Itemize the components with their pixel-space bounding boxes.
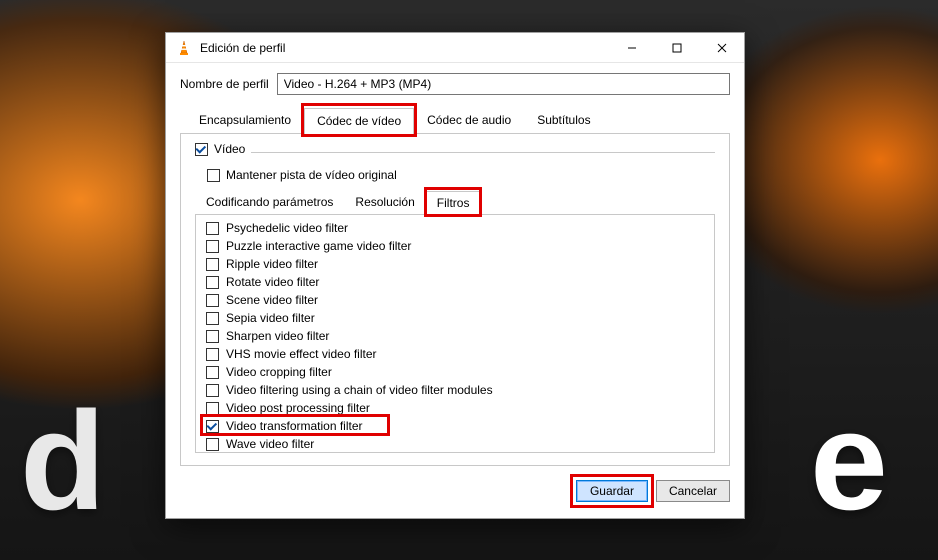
save-button[interactable]: Guardar	[576, 480, 648, 502]
close-icon	[717, 43, 727, 53]
filter-label: Rotate video filter	[226, 275, 319, 289]
group-separator	[251, 152, 715, 153]
filter-label: VHS movie effect video filter	[226, 347, 377, 361]
tab-encap[interactable]: Encapsulamiento	[186, 107, 304, 133]
filter-label: Video transformation filter	[226, 419, 363, 433]
keep-original-checkbox[interactable]	[207, 169, 220, 182]
keep-original-label: Mantener pista de vídeo original	[226, 168, 397, 182]
inner-tab-res[interactable]: Resolución	[344, 190, 425, 214]
cancel-button[interactable]: Cancelar	[656, 480, 730, 502]
filter-label: Sepia video filter	[226, 311, 315, 325]
filter-checkbox[interactable]	[206, 276, 219, 289]
maximize-button[interactable]	[654, 33, 699, 63]
filter-checkbox[interactable]	[206, 438, 219, 451]
filter-checkbox[interactable]	[206, 294, 219, 307]
filter-label: Video post processing filter	[226, 401, 370, 415]
filter-label: Sharpen video filter	[226, 329, 329, 343]
inner-tab-filters[interactable]: Filtros	[426, 191, 481, 215]
filter-item[interactable]: Video post processing filter	[206, 399, 710, 417]
tab-subs[interactable]: Subtítulos	[524, 107, 603, 133]
filter-item[interactable]: Scene video filter	[206, 291, 710, 309]
filter-label: Puzzle interactive game video filter	[226, 239, 411, 253]
maximize-icon	[672, 43, 682, 53]
filter-item[interactable]: Video transformation filter	[206, 417, 710, 435]
filter-label: Psychedelic video filter	[226, 221, 348, 235]
titlebar[interactable]: Edición de perfil	[166, 33, 744, 63]
filter-checkbox[interactable]	[206, 258, 219, 271]
filter-label: Ripple video filter	[226, 257, 318, 271]
tab-acodec[interactable]: Códec de audio	[414, 107, 524, 133]
minimize-button[interactable]	[609, 33, 654, 63]
filter-item[interactable]: VHS movie effect video filter	[206, 345, 710, 363]
filter-item[interactable]: Wave video filter	[206, 435, 710, 452]
video-codec-panel: Vídeo Mantener pista de vídeo original C…	[180, 134, 730, 466]
filter-item[interactable]: Rotate video filter	[206, 273, 710, 291]
filter-list[interactable]: Psychedelic video filter Puzzle interacti…	[196, 215, 714, 452]
filter-checkbox[interactable]	[206, 384, 219, 397]
filter-checkbox[interactable]	[206, 402, 219, 415]
video-checkbox-label: Vídeo	[214, 142, 245, 156]
profile-name-input[interactable]	[277, 73, 730, 95]
inner-tabbar: Codificando parámetrosResoluciónFiltros	[195, 190, 715, 215]
video-checkbox[interactable]	[195, 143, 208, 156]
outer-tabbar: EncapsulamientoCódec de vídeoCódec de au…	[180, 107, 730, 134]
vlc-cone-icon	[176, 40, 192, 56]
filter-label: Scene video filter	[226, 293, 318, 307]
profile-name-label: Nombre de perfil	[180, 77, 269, 91]
filters-panel: Psychedelic video filter Puzzle interacti…	[195, 215, 715, 453]
profile-edit-dialog: Edición de perfil Nombre de perfil Encap…	[165, 32, 745, 519]
minimize-icon	[627, 43, 637, 53]
filter-checkbox[interactable]	[206, 312, 219, 325]
tab-vcodec[interactable]: Códec de vídeo	[304, 108, 414, 134]
filter-checkbox[interactable]	[206, 348, 219, 361]
filter-label: Video cropping filter	[226, 365, 332, 379]
highlight-inner-tab-filters	[424, 187, 483, 217]
close-button[interactable]	[699, 33, 744, 63]
filter-item[interactable]: Sharpen video filter	[206, 327, 710, 345]
filter-checkbox[interactable]	[206, 420, 219, 433]
highlight-tab-vcodec	[301, 103, 417, 137]
filter-checkbox[interactable]	[206, 222, 219, 235]
filter-label: Wave video filter	[226, 437, 314, 451]
filter-item[interactable]: Ripple video filter	[206, 255, 710, 273]
inner-tab-params[interactable]: Codificando parámetros	[195, 190, 344, 214]
filter-item[interactable]: Video cropping filter	[206, 363, 710, 381]
filter-item[interactable]: Video filtering using a chain of video f…	[206, 381, 710, 399]
window-title: Edición de perfil	[200, 41, 609, 55]
filter-item[interactable]: Sepia video filter	[206, 309, 710, 327]
filter-item[interactable]: Puzzle interactive game video filter	[206, 237, 710, 255]
filter-label: Video filtering using a chain of video f…	[226, 383, 493, 397]
filter-checkbox[interactable]	[206, 366, 219, 379]
filter-checkbox[interactable]	[206, 330, 219, 343]
filter-item[interactable]: Psychedelic video filter	[206, 219, 710, 237]
filter-checkbox[interactable]	[206, 240, 219, 253]
